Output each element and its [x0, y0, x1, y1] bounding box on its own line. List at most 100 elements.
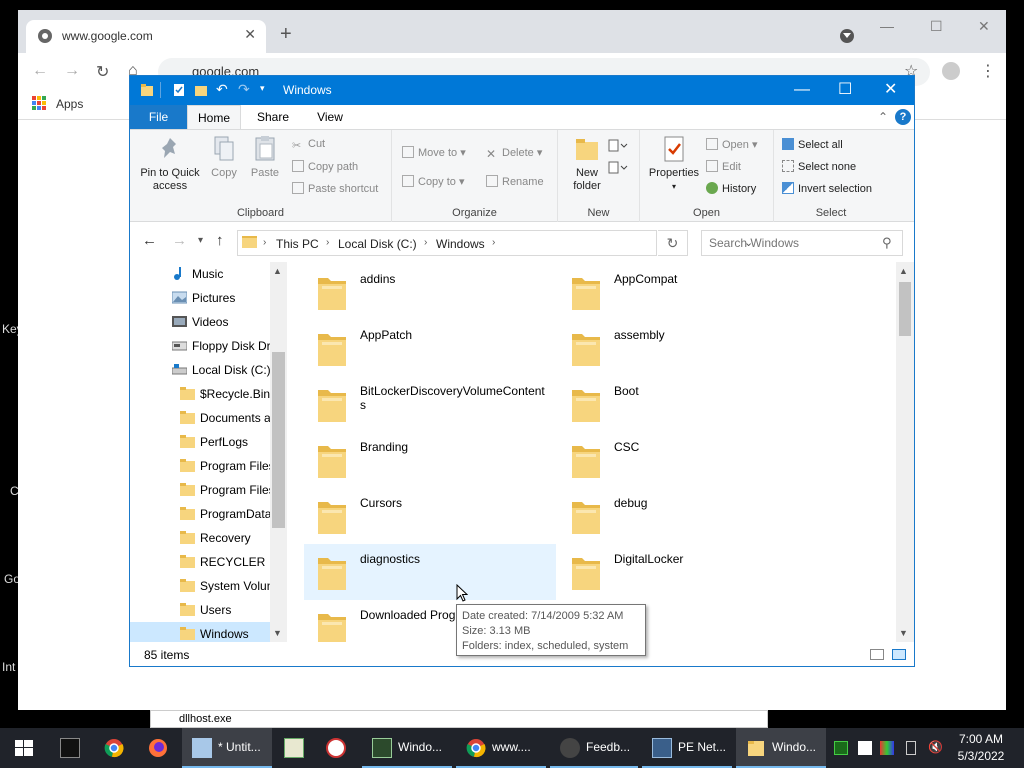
chrome-taskbar-button[interactable] [94, 728, 136, 768]
nav-item[interactable]: Program Files [130, 478, 287, 502]
nav-item[interactable]: Videos [130, 310, 287, 334]
menu-icon[interactable]: ⋮ [980, 61, 996, 81]
app-taskbar-button[interactable] [274, 728, 314, 768]
volume-muted-icon[interactable]: 🔇 [928, 740, 943, 754]
scroll-down-icon[interactable]: ▼ [273, 628, 282, 638]
nav-item[interactable]: Local Disk (C:) [130, 358, 287, 382]
new-folder-icon[interactable] [194, 83, 208, 97]
copy-button[interactable]: Copy [206, 134, 242, 180]
close-icon[interactable]: ✕ [244, 26, 256, 43]
recent-locations-icon[interactable]: ▾ [198, 235, 203, 246]
breadcrumb-local-disk[interactable]: Local Disk (C:) [338, 237, 417, 251]
folder-item[interactable]: AppCompat [558, 264, 810, 320]
scroll-thumb[interactable] [899, 282, 911, 336]
nav-item[interactable]: Program Files [130, 454, 287, 478]
address-bar[interactable]: › This PC › Local Disk (C:) › Windows › … [237, 230, 753, 256]
new-item-icon[interactable] [608, 138, 628, 154]
copy-to-button[interactable]: Copy to ▾ [402, 175, 465, 188]
minimize-icon[interactable]: — [794, 81, 810, 99]
open-button[interactable]: Open ▾ [706, 138, 758, 151]
nav-item[interactable]: $Recycle.Bin [130, 382, 287, 406]
folder-item[interactable]: assembly [558, 320, 810, 376]
nav-item[interactable]: Floppy Disk Dri [130, 334, 287, 358]
pin-quick-access-button[interactable]: Pin to Quick access [136, 134, 204, 193]
apps-bookmark[interactable]: Apps [56, 97, 83, 111]
customize-qat-icon[interactable]: ▾ [260, 83, 265, 94]
back-icon[interactable]: ← [32, 62, 48, 80]
chevron-right-icon[interactable]: › [326, 237, 329, 248]
easy-access-icon[interactable] [608, 160, 628, 176]
nav-item[interactable]: Recovery [130, 526, 287, 550]
folder-item[interactable]: Branding [304, 432, 556, 488]
taskbar-button-www[interactable]: www.... [456, 728, 546, 768]
chevron-up-icon[interactable]: ⌃ [878, 110, 888, 124]
maximize-icon[interactable]: ☐ [930, 18, 943, 35]
scroll-down-icon[interactable]: ▼ [899, 628, 908, 638]
paste-shortcut-button[interactable]: Paste shortcut [292, 182, 378, 195]
large-icons-view-icon[interactable] [892, 649, 906, 660]
terminal-taskbar-button[interactable] [50, 728, 92, 768]
nav-scrollbar[interactable]: ▲ ▼ [270, 262, 287, 642]
breadcrumb-this-pc[interactable]: This PC [276, 237, 319, 251]
taskbar-button-windows-2[interactable]: Windo... [736, 728, 826, 768]
scroll-thumb[interactable] [272, 352, 285, 528]
nav-item[interactable]: System Volun [130, 574, 287, 598]
nav-item[interactable]: Music [130, 262, 287, 286]
history-button[interactable]: History [706, 182, 756, 195]
forward-icon[interactable]: → [172, 232, 187, 249]
search-input[interactable] [702, 231, 872, 255]
move-to-button[interactable]: Move to ▾ [402, 146, 466, 159]
nav-item[interactable]: PerfLogs [130, 430, 287, 454]
forward-icon[interactable]: → [64, 62, 80, 80]
taskbar-button-feedback[interactable]: Feedb... [550, 728, 638, 768]
tab-file[interactable]: File [130, 105, 187, 129]
tab-share[interactable]: Share [248, 105, 298, 129]
close-icon[interactable]: ✕ [978, 18, 990, 35]
nav-item[interactable]: Users [130, 598, 287, 622]
usb-icon[interactable] [906, 741, 916, 755]
firefox-taskbar-button[interactable] [138, 728, 180, 768]
folder-item[interactable]: BitLockerDiscoveryVolumeContents [304, 376, 556, 432]
taskbar-button-windows-1[interactable]: Windo... [362, 728, 452, 768]
tab-view[interactable]: View [305, 105, 355, 129]
folder-item[interactable]: Cursors [304, 488, 556, 544]
redo-icon[interactable]: ↷ [238, 81, 250, 98]
start-button[interactable] [0, 728, 48, 768]
chevron-right-icon[interactable]: › [263, 237, 266, 248]
help-icon[interactable]: ? [895, 109, 911, 125]
close-icon[interactable]: ✕ [884, 81, 897, 99]
properties-button[interactable]: Properties ▾ [644, 134, 704, 193]
minimize-icon[interactable]: — [880, 18, 894, 34]
taskbar-button-pe-network[interactable]: PE Net... [642, 728, 732, 768]
apps-icon[interactable] [32, 96, 46, 110]
chevron-right-icon[interactable]: › [424, 237, 427, 248]
cut-button[interactable]: ✂ Cut [292, 138, 325, 152]
up-icon[interactable]: ↑ [216, 232, 224, 249]
properties-icon[interactable] [172, 83, 186, 97]
select-all-button[interactable]: Select all [782, 138, 843, 151]
scroll-up-icon[interactable]: ▲ [899, 266, 908, 276]
tray-app-icon[interactable] [834, 741, 848, 755]
nav-item[interactable]: RECYCLER [130, 550, 287, 574]
maximize-icon[interactable]: ☐ [838, 81, 852, 99]
paste-button[interactable]: Paste [246, 134, 284, 180]
profile-icon[interactable] [942, 62, 960, 80]
content-scrollbar[interactable]: ▲ ▼ [896, 262, 914, 642]
undo-icon[interactable]: ↶ [216, 81, 228, 98]
scroll-up-icon[interactable]: ▲ [273, 266, 282, 276]
reload-icon[interactable]: ↻ [96, 62, 109, 82]
folder-item[interactable]: diagnostics [304, 544, 556, 600]
nav-item[interactable]: ProgramData [130, 502, 287, 526]
new-folder-button[interactable]: New folder [564, 134, 610, 193]
folder-item[interactable]: debug [558, 488, 810, 544]
tab-search-icon[interactable] [840, 29, 854, 43]
back-icon[interactable]: ← [142, 232, 157, 249]
nav-item[interactable]: Windows [130, 622, 287, 642]
folder-item[interactable]: CSC [558, 432, 810, 488]
details-view-icon[interactable] [870, 649, 884, 660]
paint-taskbar-button[interactable] [316, 728, 358, 768]
folder-item[interactable]: AppPatch [304, 320, 556, 376]
folder-item[interactable]: Boot [558, 376, 810, 432]
select-none-button[interactable]: Select none [782, 160, 856, 173]
refresh-icon[interactable]: ↻ [658, 230, 688, 256]
